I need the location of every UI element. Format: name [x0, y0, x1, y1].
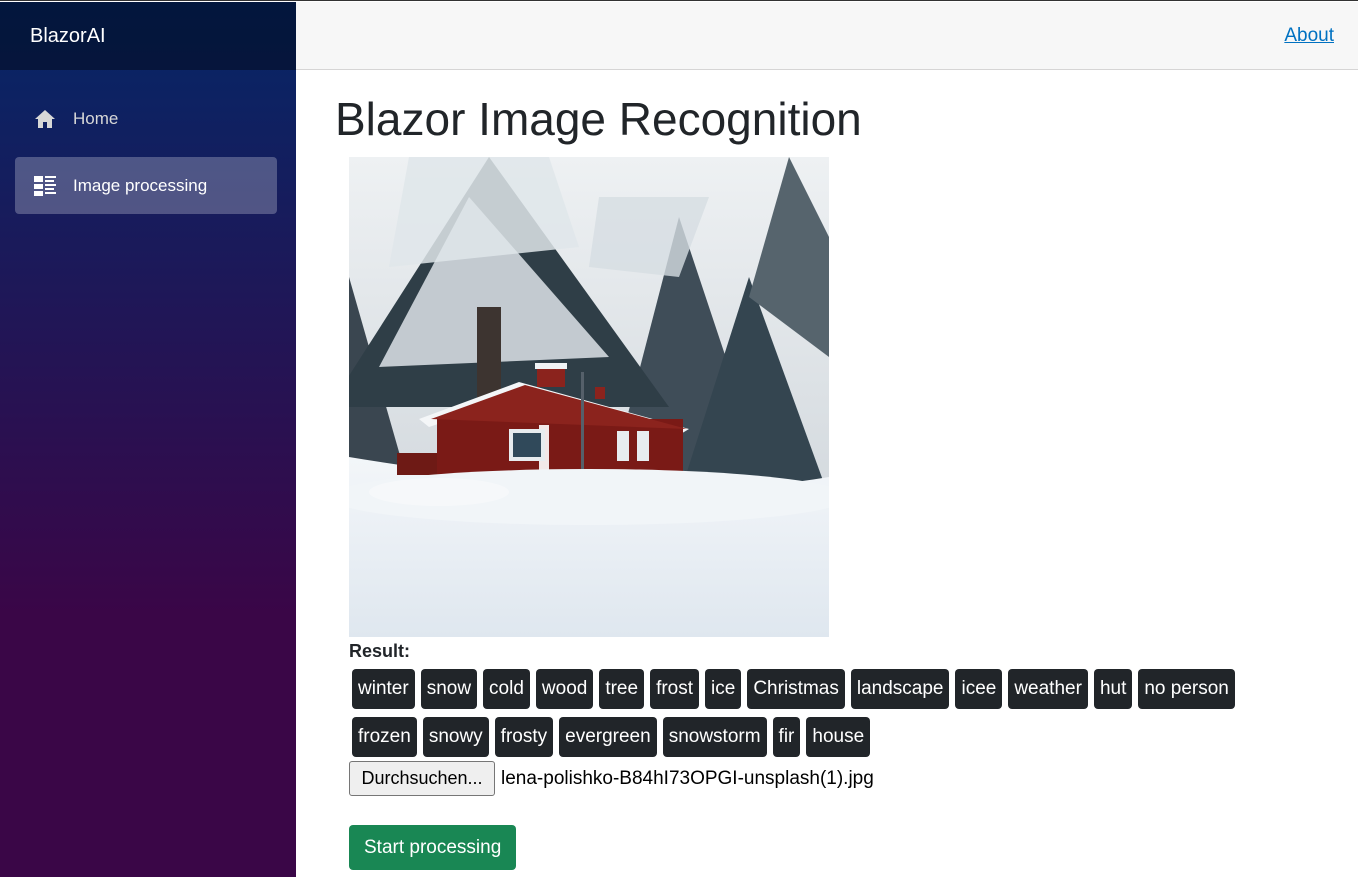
page-title: Blazor Image Recognition: [335, 93, 862, 145]
tag-badge: no person: [1138, 669, 1235, 709]
tag-badge: fir: [772, 717, 801, 757]
sidebar-item-home[interactable]: Home: [15, 90, 277, 147]
top-row: About: [296, 2, 1358, 70]
sidebar-item-label: Home: [73, 108, 119, 128]
tag-badge: hut: [1093, 669, 1133, 709]
list-rich-icon: [33, 174, 57, 198]
tag-badge: frost: [650, 669, 700, 709]
tag-badge: winter: [352, 669, 415, 709]
tag-badge: evergreen: [559, 717, 657, 757]
tag-badge: ice: [705, 669, 742, 709]
tag-badge: Christmas: [747, 669, 845, 709]
tag-badge: snowy: [422, 717, 489, 757]
main-content: Blazor Image Recognition Result: winter …: [335, 91, 1335, 870]
tag-badge: weather: [1008, 669, 1088, 709]
brand-bar: BlazorAI: [0, 2, 296, 70]
tag-badge: snowstorm: [662, 717, 767, 757]
tag-badge: wood: [535, 669, 594, 709]
start-processing-button[interactable]: Start processing: [349, 825, 517, 870]
sidebar-item-label: Image processing: [73, 175, 208, 195]
browse-button[interactable]: Durchsuchen...: [349, 761, 495, 796]
tag-badge: cold: [483, 669, 530, 709]
file-input: Durchsuchen... lena-polishko-B84hI73OPGI…: [349, 761, 874, 796]
home-icon: [33, 107, 57, 131]
tag-badge: tree: [599, 669, 645, 709]
tag-badge: frozen: [352, 717, 417, 757]
tag-badge: frosty: [494, 717, 554, 757]
sidebar: BlazorAI Home Image processing: [0, 2, 296, 877]
selected-file-name: lena-polishko-B84hI73OPGI-unsplash(1).jp…: [501, 767, 874, 789]
sidebar-item-image-processing[interactable]: Image processing: [15, 157, 277, 214]
tag-badge: house: [806, 717, 871, 757]
tag-list: winter snow cold wood tree frost ice Christmas l…: [349, 669, 1269, 765]
tag-badge: landscape: [850, 669, 950, 709]
nav-menu: Home Image processing: [0, 70, 296, 214]
brand-link[interactable]: BlazorAI: [30, 25, 106, 48]
uploaded-image: [349, 157, 829, 637]
result-label: Result:: [349, 641, 411, 661]
about-link[interactable]: About: [1284, 25, 1334, 47]
tag-badge: icee: [955, 669, 1003, 709]
tag-badge: snow: [420, 669, 478, 709]
